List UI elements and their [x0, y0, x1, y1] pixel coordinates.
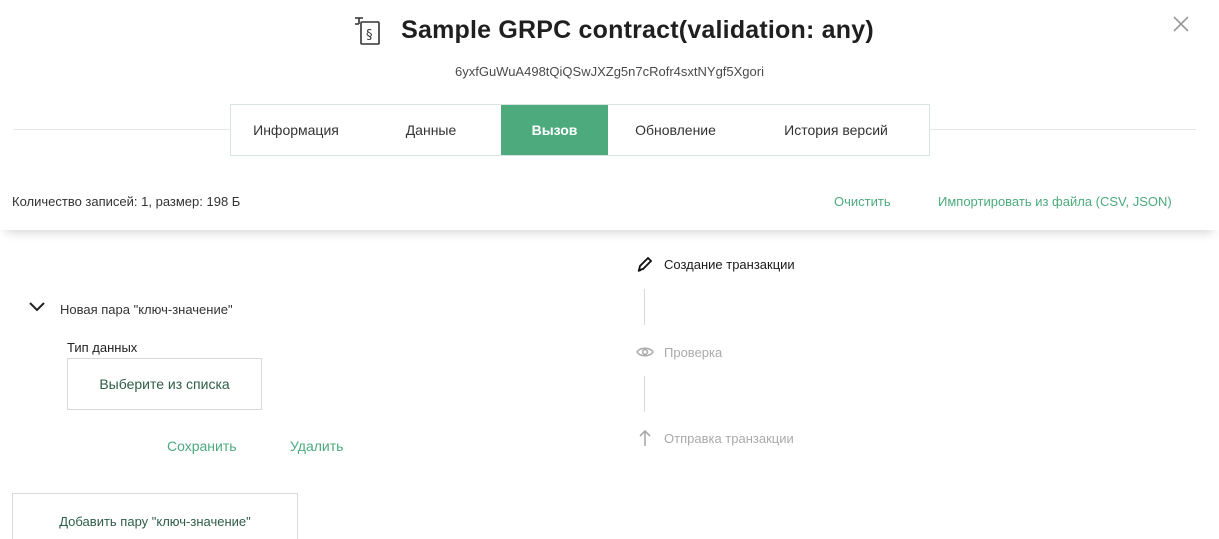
delete-button[interactable]: Удалить — [290, 438, 343, 454]
step-label: Создание транзакции — [664, 256, 795, 272]
page-title: Sample GRPC contract(validation: any) — [401, 15, 874, 44]
chevron-down-icon — [28, 300, 46, 318]
clear-link[interactable]: Очистить — [834, 194, 891, 209]
title-row: § Sample GRPC contract(validation: any) — [0, 12, 1219, 48]
pair-collapse-toggle[interactable]: Новая пара "ключ-значение" — [28, 300, 233, 318]
records-info: Количество записей: 1, размер: 198 Б — [12, 194, 241, 209]
svg-text:§: § — [366, 28, 373, 43]
records-info-bar: Количество записей: 1, размер: 198 Б Очи… — [0, 170, 1219, 230]
import-file-link[interactable]: Импортировать из файла (CSV, JSON) — [938, 194, 1172, 209]
step-label: Проверка — [664, 344, 723, 360]
modal-header: § Sample GRPC contract(validation: any) … — [0, 0, 1219, 100]
step-verification: Проверка — [636, 343, 722, 361]
contract-document-icon: § — [345, 12, 389, 48]
pair-title: Новая пара "ключ-значение" — [60, 301, 233, 317]
add-pair-button[interactable]: Добавить пару "ключ-значение" — [12, 493, 298, 539]
tab-data[interactable]: Данные — [361, 105, 501, 155]
step-connector — [644, 289, 645, 325]
tab-update[interactable]: Обновление — [608, 105, 743, 155]
step-create-transaction: Создание транзакции — [636, 255, 795, 273]
pencil-icon — [636, 255, 654, 273]
save-button[interactable]: Сохранить — [167, 438, 237, 454]
step-send-transaction: Отправка транзакции — [636, 429, 794, 447]
close-icon — [1173, 15, 1189, 37]
tab-version-history[interactable]: История версий — [743, 105, 929, 155]
tab-call[interactable]: Вызов — [501, 105, 608, 155]
step-label: Отправка транзакции — [664, 430, 794, 446]
contract-id: 6yxfGuWuA498tQiQSwJXZg5n7cRofr4sxtNYgf5X… — [454, 64, 764, 79]
tab-info[interactable]: Информация — [231, 105, 361, 155]
arrow-up-icon — [636, 429, 654, 447]
tab-bar: Информация Данные Вызов Обновление Истор… — [230, 104, 930, 156]
data-type-label: Тип данных — [67, 340, 138, 355]
contract-modal: § Sample GRPC contract(validation: any) … — [0, 0, 1219, 539]
step-connector — [644, 376, 645, 412]
close-button[interactable] — [1169, 14, 1193, 38]
eye-icon — [636, 343, 654, 361]
data-type-select[interactable]: Выберите из списка — [67, 358, 262, 410]
